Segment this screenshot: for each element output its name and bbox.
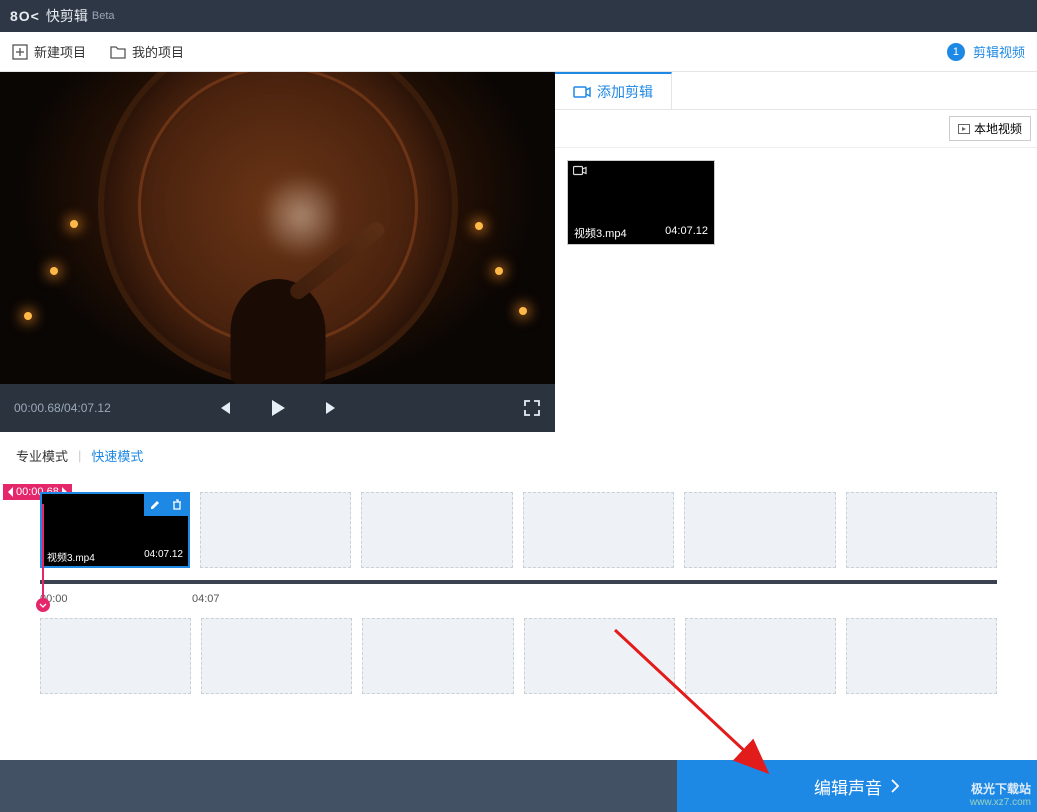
- edit-clip-button[interactable]: [144, 494, 166, 516]
- folder-icon: [110, 45, 126, 59]
- empty-slot[interactable]: [201, 618, 352, 694]
- empty-slot[interactable]: [523, 492, 674, 568]
- timeline-clip-duration: 04:07.12: [144, 549, 183, 564]
- beta-tag: Beta: [92, 10, 115, 22]
- pencil-icon: [149, 499, 161, 511]
- clip-overlay: 视频3.mp4 04:07.12: [568, 222, 714, 244]
- empty-slot[interactable]: [685, 618, 836, 694]
- timeline-clip[interactable]: 视频3.mp4 04:07.12: [40, 492, 190, 568]
- bottom-bar: 编辑声音 极光下载站 www.xz7.com: [0, 760, 1037, 812]
- chevron-right-icon: [890, 779, 900, 793]
- trash-icon: [171, 499, 183, 511]
- delete-clip-button[interactable]: [166, 494, 188, 516]
- time-ruler[interactable]: 00:00 04:07: [40, 574, 997, 606]
- local-video-button[interactable]: 本地视频: [949, 116, 1031, 141]
- local-video-label: 本地视频: [974, 120, 1022, 137]
- my-projects-label: 我的项目: [132, 42, 184, 61]
- clip-filename: 视频3.mp4: [574, 225, 627, 241]
- step-number-badge: 1: [947, 43, 965, 61]
- step-label: 剪辑视频: [973, 42, 1025, 61]
- fast-mode-link[interactable]: 快速模式: [91, 446, 143, 465]
- playhead-line[interactable]: [42, 504, 44, 604]
- video-preview[interactable]: [0, 72, 555, 384]
- next-button[interactable]: [324, 400, 340, 416]
- new-project-button[interactable]: 新建项目: [12, 42, 86, 61]
- empty-slot[interactable]: [846, 492, 997, 568]
- ruler-tick: 04:07: [192, 593, 220, 605]
- empty-slot[interactable]: [362, 618, 513, 694]
- prev-button[interactable]: [216, 400, 232, 416]
- empty-slot[interactable]: [846, 618, 997, 694]
- mode-bar: 专业模式 | 快速模式: [0, 432, 1037, 478]
- bottom-bar-left: [0, 760, 677, 812]
- pro-mode-link[interactable]: 专业模式: [16, 446, 68, 465]
- video-track[interactable]: 视频3.mp4 04:07.12: [0, 492, 1037, 574]
- timeline: 00:00.68 视频3.mp4 04:07.12 00:00 04:07: [0, 478, 1037, 760]
- clip-duration: 04:07.12: [665, 225, 708, 241]
- playhead-knob[interactable]: [36, 598, 50, 612]
- time-display: 00:00.68/04:07.12: [14, 401, 111, 415]
- empty-slot[interactable]: [200, 492, 351, 568]
- fullscreen-button[interactable]: [523, 399, 541, 417]
- side-panel-tabs: 添加剪辑: [555, 72, 1037, 110]
- watermark: 极光下载站 www.xz7.com: [970, 783, 1031, 808]
- tab-add-clip[interactable]: 添加剪辑: [555, 72, 672, 109]
- clips-area: 视频3.mp4 04:07.12: [555, 148, 1037, 257]
- play-square-icon: [958, 124, 970, 134]
- my-projects-button[interactable]: 我的项目: [110, 42, 184, 61]
- audio-track[interactable]: [0, 618, 1037, 700]
- edit-audio-button[interactable]: 编辑声音 极光下载站 www.xz7.com: [677, 760, 1037, 812]
- app-name: 快剪辑: [46, 6, 88, 26]
- timeline-clip-filename: 视频3.mp4: [47, 549, 95, 564]
- empty-slot[interactable]: [524, 618, 675, 694]
- camera-icon: [573, 85, 591, 99]
- divider: |: [78, 448, 81, 463]
- clip-thumbnail[interactable]: 视频3.mp4 04:07.12: [567, 160, 715, 245]
- tab-add-clip-label: 添加剪辑: [597, 82, 653, 102]
- player-controls: 00:00.68/04:07.12: [0, 384, 555, 432]
- side-panel: 添加剪辑 本地视频 视频3.mp4 04:07.12: [555, 72, 1037, 432]
- empty-slot[interactable]: [684, 492, 835, 568]
- video-player: 00:00.68/04:07.12: [0, 72, 555, 432]
- plus-square-icon: [12, 44, 28, 60]
- titlebar: 8O< 快剪辑 Beta: [0, 0, 1037, 32]
- app-logo: 8O<: [10, 8, 40, 24]
- empty-slot[interactable]: [40, 618, 191, 694]
- edit-audio-label: 编辑声音: [814, 774, 882, 799]
- new-project-label: 新建项目: [34, 42, 86, 61]
- camera-icon: [573, 165, 587, 176]
- step-indicator[interactable]: 1 剪辑视频: [947, 42, 1025, 61]
- empty-slot[interactable]: [361, 492, 512, 568]
- play-button[interactable]: [268, 398, 288, 418]
- toolbar: 新建项目 我的项目 1 剪辑视频: [0, 32, 1037, 72]
